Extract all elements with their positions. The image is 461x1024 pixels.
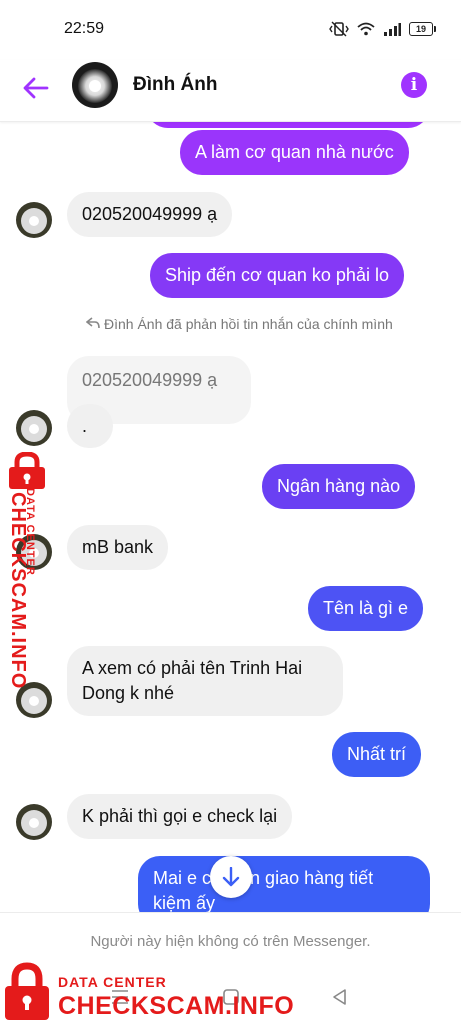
watermark-bottom: DATA CENTER CHECKSCAM.INFO	[2, 958, 302, 1024]
message-bubble-incoming[interactable]: A xem có phải tên Trinh Hai Dong k nhé	[67, 646, 343, 716]
message-text: 020520049999 ạ	[82, 204, 218, 224]
back-button[interactable]	[20, 72, 52, 104]
contact-avatar	[16, 410, 52, 446]
watermark-big-text: CHECKSCAM.INFO	[58, 992, 295, 1020]
vibrate-icon	[329, 21, 349, 37]
message-bubble-outgoing[interactable]: Ship đến cơ quan ko phải lo	[150, 253, 404, 298]
message-list[interactable]: A làm cơ quan nhà nước 020520049999 ạ Sh…	[0, 122, 461, 912]
message-bubble-incoming[interactable]: 020520049999 ạ	[67, 192, 233, 237]
watermark-big-text: CHECKSCAM.INFO	[7, 492, 29, 690]
unavailable-notice: Người này hiện không có trên Messenger.	[90, 933, 371, 950]
message-text: Mai e chuyển giao hàng tiết kiệm ấy	[153, 868, 374, 912]
battery-level: 19	[415, 24, 426, 34]
chat-header: Đình Ánh i	[0, 60, 461, 122]
message-bubble-incoming[interactable]: K phải thì gọi e check lại	[67, 794, 293, 839]
triangle-back-icon	[333, 989, 346, 1005]
status-bar: 22:59 19	[0, 0, 461, 60]
scroll-to-bottom-button[interactable]	[210, 856, 252, 898]
message-text: Ship đến cơ quan ko phải lo	[165, 265, 389, 285]
message-bubble-outgoing[interactable]: A làm cơ quan nhà nước	[180, 130, 409, 175]
contact-name[interactable]: Đình Ánh	[133, 74, 217, 96]
nav-back-button[interactable]	[328, 985, 352, 1009]
message-text: K phải thì gọi e check lại	[82, 806, 278, 826]
contact-avatar	[16, 202, 52, 238]
message-bubble-outgoing[interactable]: Ngân hàng nào	[262, 464, 416, 509]
reply-note-text: Đình Ánh đã phản hồi tin nhắn của chính …	[104, 316, 393, 332]
message-text: A xem có phải tên Trinh Hai Dong k nhé	[82, 658, 303, 703]
contact-avatar	[16, 804, 52, 840]
arrow-left-icon	[23, 77, 49, 99]
signal-icon	[384, 23, 401, 36]
message-text: Ngân hàng nào	[277, 476, 401, 496]
status-icons: 19	[329, 21, 436, 37]
contact-avatar[interactable]	[72, 62, 118, 108]
message-bubble-incoming[interactable]: .	[67, 404, 113, 448]
reply-note: Đình Ánh đã phản hồi tin nhắn của chính …	[85, 315, 416, 333]
message-bubble-partial[interactable]	[146, 122, 430, 128]
reply-icon	[85, 315, 100, 333]
status-time: 22:59	[64, 20, 105, 37]
message-text: .	[82, 416, 88, 436]
message-bubble-outgoing[interactable]: Nhất trí	[332, 732, 422, 777]
message-bubble-incoming[interactable]: mB bank	[67, 525, 169, 570]
lock-icon	[5, 962, 49, 1020]
lock-icon	[9, 452, 45, 489]
message-text: Nhất trí	[347, 744, 407, 764]
arrow-down-icon	[222, 867, 240, 887]
info-icon: i	[410, 75, 418, 95]
wifi-icon	[357, 22, 375, 36]
message-text: mB bank	[82, 537, 154, 557]
message-text: A làm cơ quan nhà nước	[195, 142, 394, 162]
message-bubble-outgoing[interactable]: Tên là gì e	[308, 586, 424, 631]
watermark-small-text: DATA CENTER	[58, 974, 167, 990]
message-bubble-outgoing[interactable]: Mai e chuyển giao hàng tiết kiệm ấy	[138, 856, 430, 912]
watermark-side: DATA CENTER CHECKSCAM.INFO	[2, 452, 58, 689]
info-button[interactable]: i	[401, 72, 427, 98]
quoted-text: 020520049999 ạ	[82, 370, 218, 390]
battery-icon: 19	[409, 22, 436, 36]
message-text: Tên là gì e	[323, 598, 409, 618]
